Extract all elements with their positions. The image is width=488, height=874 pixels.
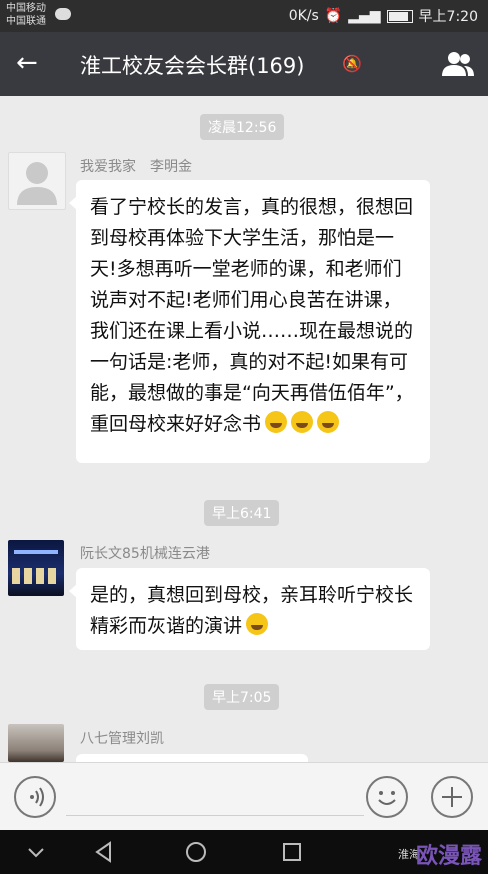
crying-laugh-emoji-icon xyxy=(246,613,269,635)
carrier-2: 中国联通 xyxy=(6,16,46,27)
timestamp-2: 早上6:41 xyxy=(204,500,280,526)
notification-icon xyxy=(55,8,71,20)
plus-icon[interactable] xyxy=(431,776,473,818)
clock: 早上7:20 xyxy=(418,9,478,25)
grin-emoji-icon xyxy=(317,411,340,433)
sender-name: 八七管理刘凯 xyxy=(80,731,164,747)
watermark: 欧漫露 xyxy=(415,844,482,869)
chat-header: ← 淮工校友会会长群(169) 🔕 xyxy=(0,32,488,96)
signal-icon: ▂▄▆ xyxy=(348,8,381,24)
nav-recent-icon[interactable] xyxy=(280,840,304,864)
avatar[interactable] xyxy=(8,540,64,596)
group-photo-icon xyxy=(12,550,58,584)
sender-name: 我爱我家 李明金 xyxy=(80,159,192,175)
avatar[interactable] xyxy=(8,724,64,762)
nav-chevron-down-icon[interactable] xyxy=(26,842,46,862)
timestamp-1: 凌晨12:56 xyxy=(200,114,285,140)
input-bar xyxy=(0,762,488,831)
voice-wave-icon xyxy=(30,787,44,807)
message-text: 看了宁校长的发言，真的很想，很想回到母校再体验下大学生活，那怕是一天!多想再听一… xyxy=(90,196,414,435)
message-input[interactable] xyxy=(66,815,364,816)
carrier-info: 中国移动 中国联通 xyxy=(6,2,46,28)
mute-icon: 🔕 xyxy=(342,54,362,73)
group-icon[interactable] xyxy=(440,50,476,78)
avatar[interactable] xyxy=(8,152,66,210)
alarm-icon: ⏰ xyxy=(324,8,343,24)
status-right: 0K/s ⏰ ▂▄▆ 早上7:20 xyxy=(289,6,478,26)
message-bubble[interactable]: 是的，真想回到母校，亲耳聆听宁校长精彩而灰谐的演讲 xyxy=(69,568,430,650)
voice-icon[interactable] xyxy=(14,776,56,818)
network-speed: 0K/s xyxy=(288,8,319,24)
carrier-1: 中国移动 xyxy=(6,3,46,14)
message-bubble[interactable]: 看了宁校长的发言，真的很想，很想回到母校再体验下大学生活，那怕是一天!多想再听一… xyxy=(69,180,430,463)
back-icon[interactable]: ← xyxy=(16,50,38,76)
chat-title: 淮工校友会会长群(169) xyxy=(80,54,305,78)
timestamp-3: 早上7:05 xyxy=(204,684,280,710)
nav-home-icon[interactable] xyxy=(184,840,208,864)
emoji-icon[interactable] xyxy=(366,776,408,818)
grin-emoji-icon xyxy=(265,411,288,433)
default-avatar-icon xyxy=(17,162,57,205)
sender-name: 阮长文85机械连云港 xyxy=(80,546,210,562)
nav-back-icon[interactable] xyxy=(92,840,116,864)
message-bubble[interactable] xyxy=(76,754,308,762)
grin-emoji-icon xyxy=(291,411,314,433)
smiley-icon xyxy=(378,791,396,805)
status-bar: 中国移动 中国联通 0K/s ⏰ ▂▄▆ 早上7:20 xyxy=(0,0,488,32)
battery-icon xyxy=(386,9,413,23)
plus-glyph-icon xyxy=(442,787,462,807)
